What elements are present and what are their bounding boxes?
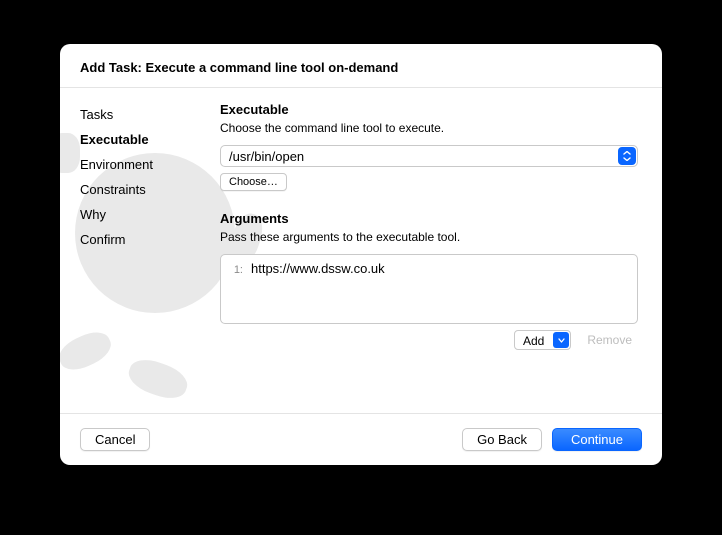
remove-argument-button: Remove — [581, 331, 638, 349]
sidebar-item-label: Constraints — [80, 182, 146, 197]
choose-button-label: Choose… — [229, 176, 278, 188]
cancel-label: Cancel — [95, 432, 135, 447]
remove-button-label: Remove — [587, 333, 632, 347]
content-area: Tasks Executable Environment Constraints… — [60, 88, 662, 413]
footer: Cancel Go Back Continue — [60, 413, 662, 465]
chevron-down-icon — [618, 147, 636, 165]
choose-button[interactable]: Choose… — [220, 173, 287, 191]
arguments-subtext: Pass these arguments to the executable t… — [220, 230, 638, 244]
main-panel: Executable Choose the command line tool … — [220, 88, 662, 413]
executable-heading: Executable — [220, 102, 638, 117]
continue-label: Continue — [571, 432, 623, 447]
dialog-window: Add Task: Execute a command line tool on… — [60, 44, 662, 465]
sidebar-item-label: Tasks — [80, 107, 113, 122]
add-argument-button[interactable]: Add — [514, 330, 571, 350]
arguments-list[interactable]: 1: https://www.dssw.co.uk — [220, 254, 638, 324]
sidebar-item-label: Environment — [80, 157, 153, 172]
sidebar: Tasks Executable Environment Constraints… — [60, 88, 220, 413]
titlebar: Add Task: Execute a command line tool on… — [60, 44, 662, 88]
go-back-button[interactable]: Go Back — [462, 428, 542, 451]
executable-subtext: Choose the command line tool to execute. — [220, 121, 638, 135]
sidebar-item-label: Executable — [80, 132, 149, 147]
sidebar-item-label: Confirm — [80, 232, 126, 247]
dialog-title: Add Task: Execute a command line tool on… — [80, 60, 642, 75]
sidebar-item-tasks[interactable]: Tasks — [80, 102, 220, 127]
arguments-actions: Add Remove — [220, 330, 638, 350]
sidebar-item-confirm[interactable]: Confirm — [80, 227, 220, 252]
sidebar-item-label: Why — [80, 207, 106, 222]
argument-row[interactable]: 1: https://www.dssw.co.uk — [229, 261, 629, 276]
arguments-heading: Arguments — [220, 211, 638, 226]
continue-button[interactable]: Continue — [552, 428, 642, 451]
argument-value: https://www.dssw.co.uk — [251, 261, 385, 276]
chevron-down-icon — [553, 332, 569, 348]
argument-index: 1: — [229, 264, 243, 276]
sidebar-item-executable[interactable]: Executable — [80, 127, 220, 152]
executable-combobox[interactable]: /usr/bin/open — [220, 145, 638, 167]
sidebar-item-why[interactable]: Why — [80, 202, 220, 227]
cancel-button[interactable]: Cancel — [80, 428, 150, 451]
arguments-section: Arguments Pass these arguments to the ex… — [220, 211, 638, 350]
executable-value: /usr/bin/open — [221, 146, 617, 166]
sidebar-item-constraints[interactable]: Constraints — [80, 177, 220, 202]
add-button-label: Add — [515, 331, 552, 349]
go-back-label: Go Back — [477, 432, 527, 447]
sidebar-item-environment[interactable]: Environment — [80, 152, 220, 177]
